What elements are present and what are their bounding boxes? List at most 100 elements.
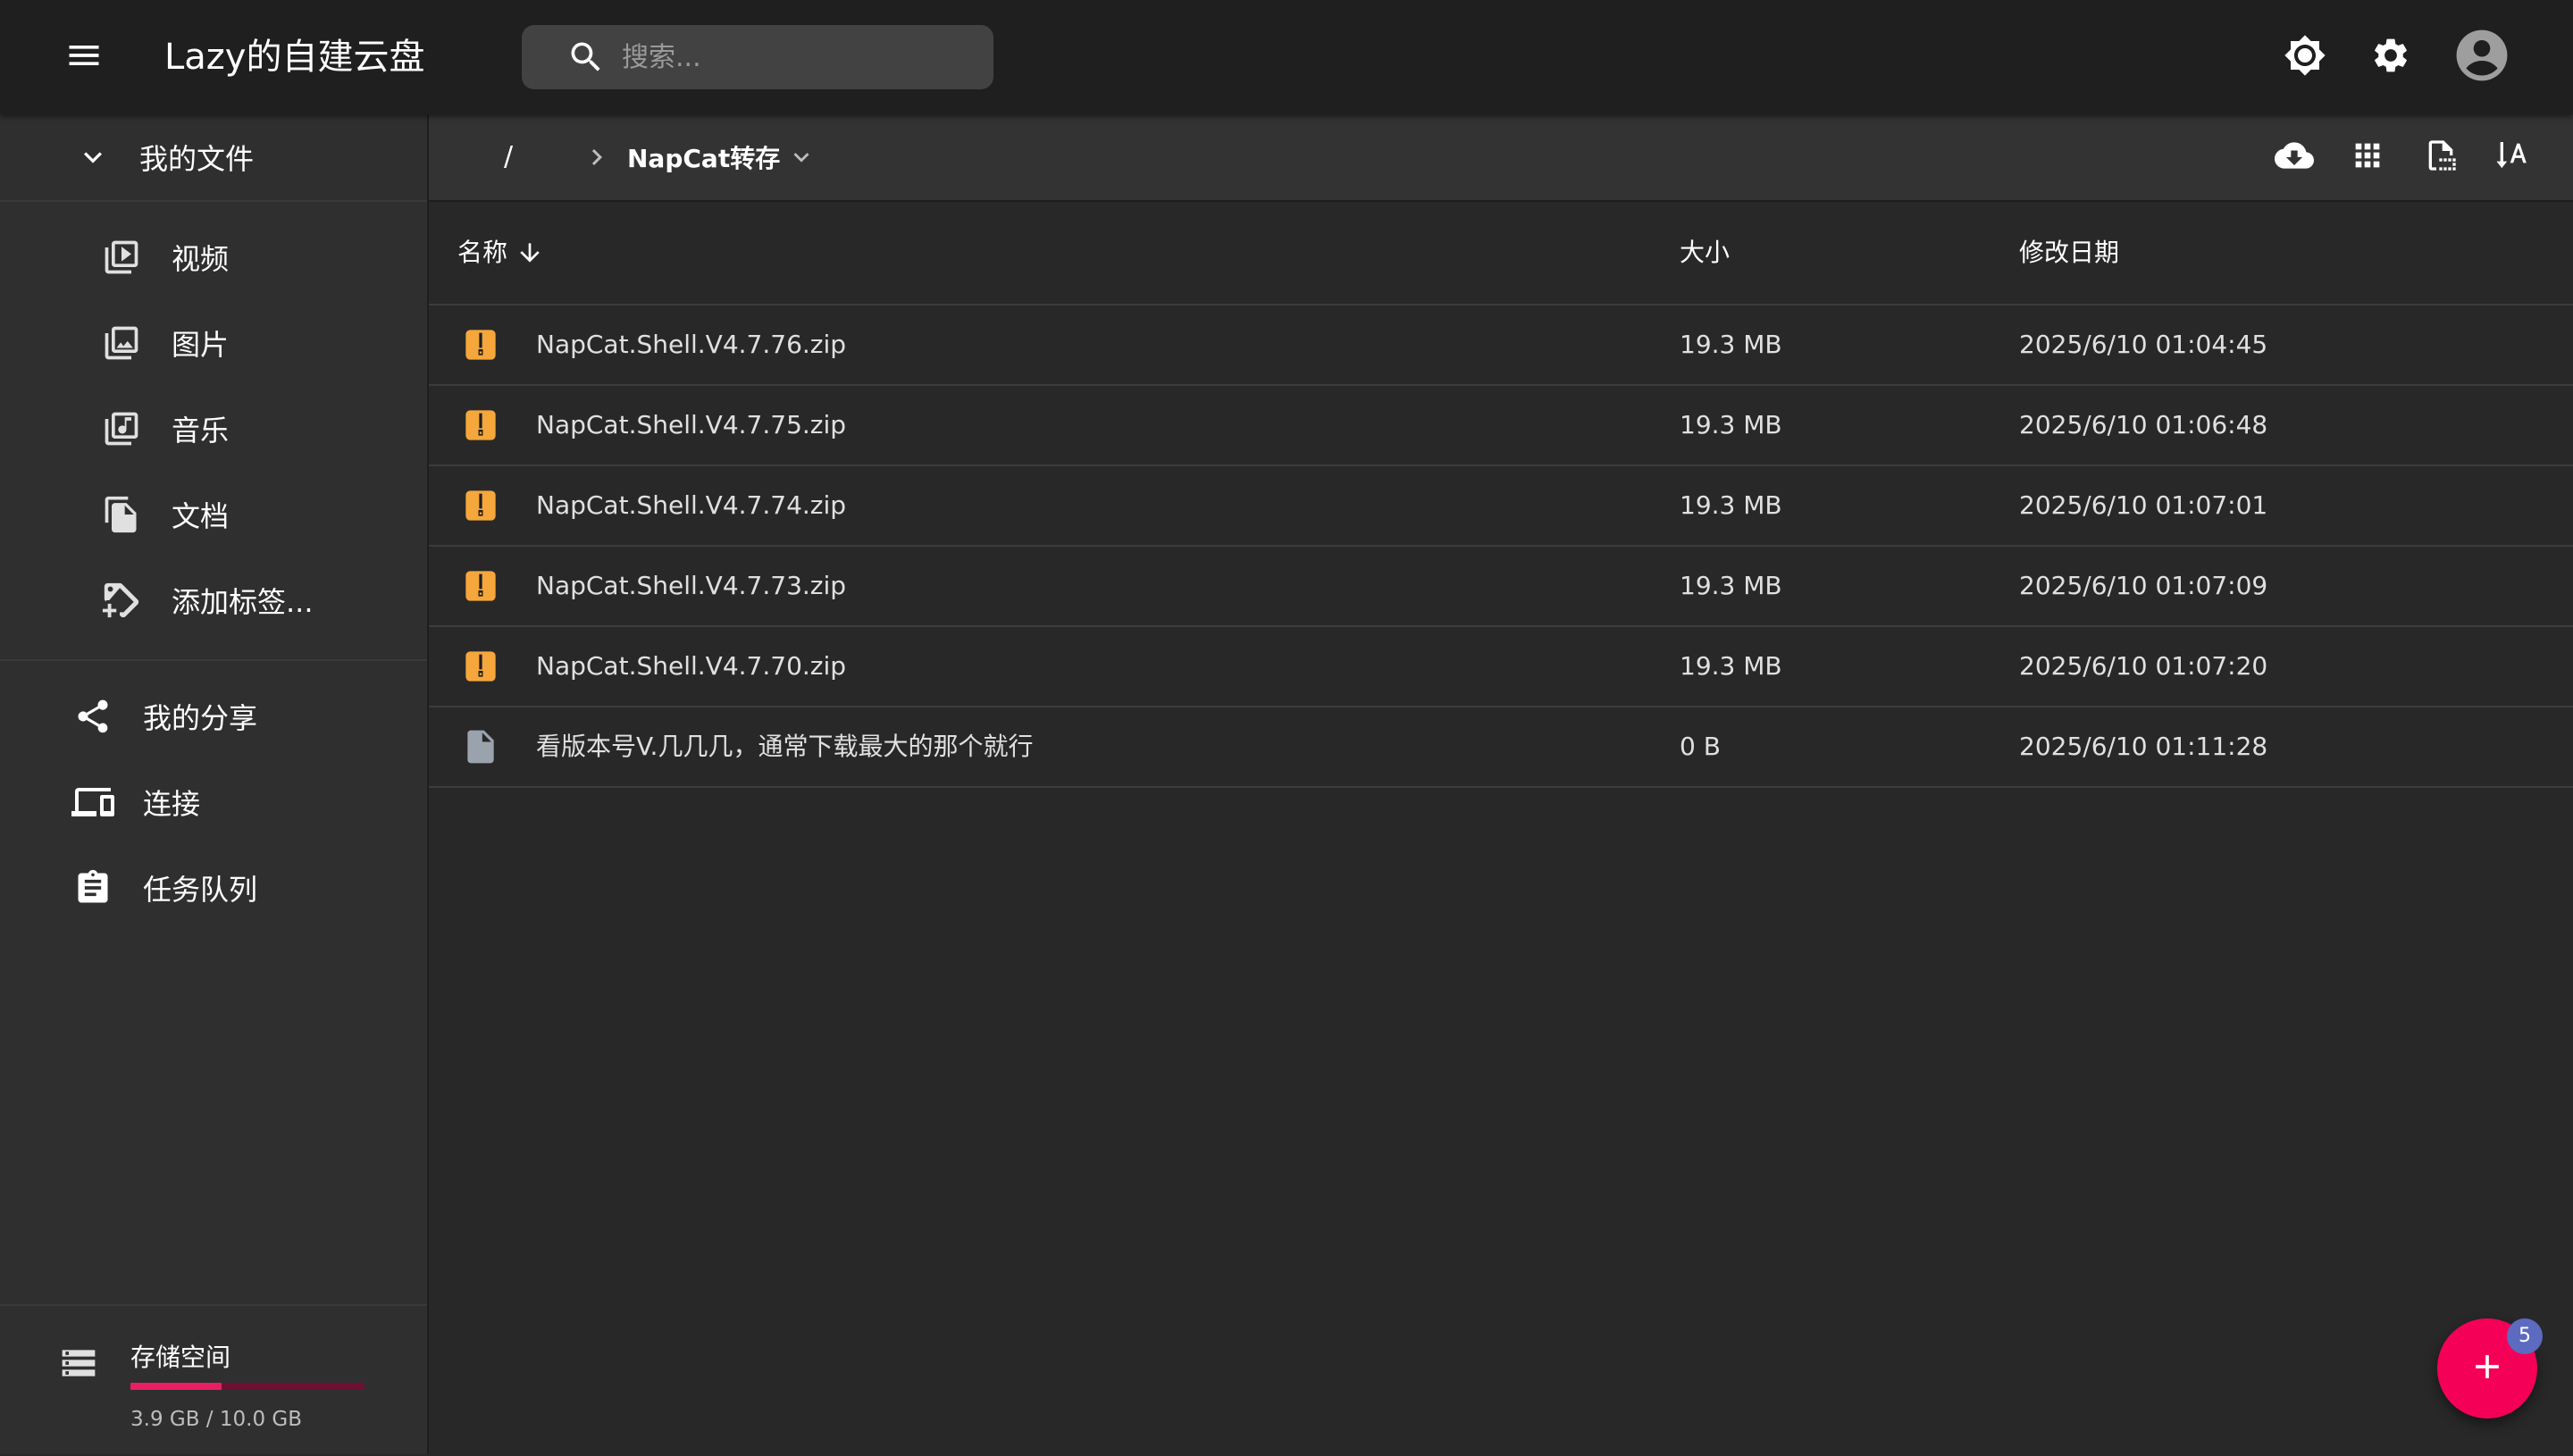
grid-view-icon xyxy=(2350,138,2385,177)
remote-download-button[interactable] xyxy=(2273,136,2316,179)
sidebar-my-files-header[interactable]: 我的文件 xyxy=(0,114,427,202)
file-date: 2025/6/10 01:04:45 xyxy=(2019,330,2268,359)
file-date: 2025/6/10 01:06:48 xyxy=(2019,410,2268,439)
column-header-name-label: 名称 xyxy=(457,238,508,267)
file-table-header: 名称 大小 修改日期 xyxy=(429,202,2573,305)
add-tag-icon xyxy=(100,579,143,622)
video-library-icon xyxy=(100,236,143,279)
breadcrumb-current-label: NapCat转存 xyxy=(627,144,781,173)
file-name: 看版本号V.几几几，通常下载最大的那个就行 xyxy=(536,732,1034,761)
file-date: 2025/6/10 01:07:01 xyxy=(2019,490,2268,520)
sidebar-item-label: 视频 xyxy=(172,242,230,276)
main-content: / NapCat转存 名称 大小 修改日期 NapCat.Shell.V4.7.… xyxy=(429,114,2573,1454)
task-count-badge: 5 xyxy=(2507,1318,2543,1354)
storage-icon xyxy=(57,1342,100,1385)
file-date: 2025/6/10 01:07:09 xyxy=(2019,571,2268,600)
file-row[interactable]: NapCat.Shell.V4.7.74.zip 19.3 MB 2025/6/… xyxy=(429,466,2573,547)
text-file-icon xyxy=(459,725,502,768)
column-header-name[interactable]: 名称 xyxy=(457,202,545,304)
file-size: 19.3 MB xyxy=(1680,330,1782,359)
sidebar-item-my-shares[interactable]: 我的分享 xyxy=(0,681,257,752)
devices-icon xyxy=(71,781,114,824)
breadcrumb-current-folder[interactable]: NapCat转存 xyxy=(627,132,817,182)
file-row[interactable]: NapCat.Shell.V4.7.70.zip 19.3 MB 2025/6/… xyxy=(429,627,2573,707)
cloud-download-icon xyxy=(2275,136,2314,179)
sidebar-divider xyxy=(0,659,427,661)
select-button[interactable] xyxy=(2419,136,2462,179)
sidebar-item-label: 我的分享 xyxy=(143,701,258,735)
theme-toggle-button[interactable] xyxy=(2276,29,2334,86)
sidebar-item-music[interactable]: 音乐 xyxy=(0,393,229,464)
file-size: 0 B xyxy=(1680,732,1721,761)
sidebar-header-label: 我的文件 xyxy=(139,142,255,176)
search-box[interactable] xyxy=(522,25,993,89)
sidebar-item-videos[interactable]: 视频 xyxy=(0,222,229,293)
column-header-size[interactable]: 大小 xyxy=(1680,202,1730,304)
storage-progress-fill xyxy=(130,1383,222,1390)
file-name: NapCat.Shell.V4.7.73.zip xyxy=(536,571,847,600)
sort-button[interactable] xyxy=(2491,136,2534,179)
storage-progress-bar xyxy=(130,1383,365,1390)
sidebar-item-label: 音乐 xyxy=(172,414,230,448)
sidebar-item-label: 添加标签... xyxy=(172,585,314,619)
file-row[interactable]: NapCat.Shell.V4.7.76.zip 19.3 MB 2025/6/… xyxy=(429,305,2573,386)
plus-icon xyxy=(2468,1347,2507,1390)
search-icon xyxy=(566,38,606,77)
zip-file-icon xyxy=(459,323,502,366)
breadcrumb-root[interactable]: / xyxy=(504,136,513,179)
sidebar-item-task-queue[interactable]: 任务队列 xyxy=(0,852,257,924)
sort-alpha-icon xyxy=(2494,138,2530,177)
file-row[interactable]: 看版本号V.几几几，通常下载最大的那个就行 0 B 2025/6/10 01:1… xyxy=(429,707,2573,788)
clipboard-list-icon xyxy=(71,866,114,909)
documents-icon xyxy=(100,493,143,536)
music-library-icon xyxy=(100,407,143,450)
chevron-right-icon xyxy=(575,136,618,179)
share-icon xyxy=(71,695,114,738)
file-size: 19.3 MB xyxy=(1680,651,1782,681)
brightness-icon xyxy=(2284,34,2326,80)
sidebar-item-label: 连接 xyxy=(143,787,201,821)
file-name: NapCat.Shell.V4.7.70.zip xyxy=(536,651,847,681)
settings-button[interactable] xyxy=(2362,29,2419,86)
zip-file-icon xyxy=(459,484,502,527)
file-name: NapCat.Shell.V4.7.76.zip xyxy=(536,330,847,359)
column-header-date[interactable]: 修改日期 xyxy=(2019,202,2119,304)
sidebar-item-documents[interactable]: 文档 xyxy=(0,479,229,550)
search-input[interactable] xyxy=(620,40,981,74)
zip-file-icon xyxy=(459,645,502,688)
file-size: 19.3 MB xyxy=(1680,490,1782,520)
file-size: 19.3 MB xyxy=(1680,410,1782,439)
file-row[interactable]: NapCat.Shell.V4.7.75.zip 19.3 MB 2025/6/… xyxy=(429,386,2573,466)
file-date: 2025/6/10 01:07:20 xyxy=(2019,651,2268,681)
view-mode-button[interactable] xyxy=(2346,136,2389,179)
sidebar-item-images[interactable]: 图片 xyxy=(0,307,229,379)
sidebar-item-connections[interactable]: 连接 xyxy=(0,766,200,838)
app-bar: Lazy的自建云盘 xyxy=(0,0,2573,114)
sidebar: 我的文件 视频 图片 音乐 文档 添加标签... 我的分享 连接 任务队列 存储… xyxy=(0,114,429,1454)
sidebar-item-label: 文档 xyxy=(172,499,230,533)
file-size: 19.3 MB xyxy=(1680,571,1782,600)
storage-usage-text: 3.9 GB / 10.0 GB xyxy=(130,1408,302,1431)
gear-icon xyxy=(2370,35,2411,79)
chevron-down-icon xyxy=(785,141,817,173)
file-row[interactable]: NapCat.Shell.V4.7.73.zip 19.3 MB 2025/6/… xyxy=(429,547,2573,627)
file-date: 2025/6/10 01:11:28 xyxy=(2019,732,2268,761)
file-table-body: NapCat.Shell.V4.7.76.zip 19.3 MB 2025/6/… xyxy=(429,305,2573,788)
menu-icon xyxy=(64,36,104,79)
storage-panel: 存储空间 3.9 GB / 10.0 GB xyxy=(0,1304,427,1456)
navigator-toolbar: / NapCat转存 xyxy=(429,114,2573,202)
file-name: NapCat.Shell.V4.7.75.zip xyxy=(536,410,847,439)
sidebar-item-label: 图片 xyxy=(172,328,230,362)
sidebar-item-add-tag[interactable]: 添加标签... xyxy=(0,565,314,636)
zip-file-icon xyxy=(459,404,502,447)
account-circle-icon xyxy=(2454,28,2510,87)
storage-label: 存储空间 xyxy=(130,1343,231,1372)
photo-library-icon xyxy=(100,322,143,364)
select-area-icon xyxy=(2423,138,2459,177)
menu-button[interactable] xyxy=(55,29,113,86)
app-title: Lazy的自建云盘 xyxy=(164,37,425,78)
sidebar-item-label: 任务队列 xyxy=(143,873,258,907)
arrow-down-icon xyxy=(515,238,545,268)
account-button[interactable] xyxy=(2453,29,2510,86)
chevron-down-icon xyxy=(71,136,114,179)
